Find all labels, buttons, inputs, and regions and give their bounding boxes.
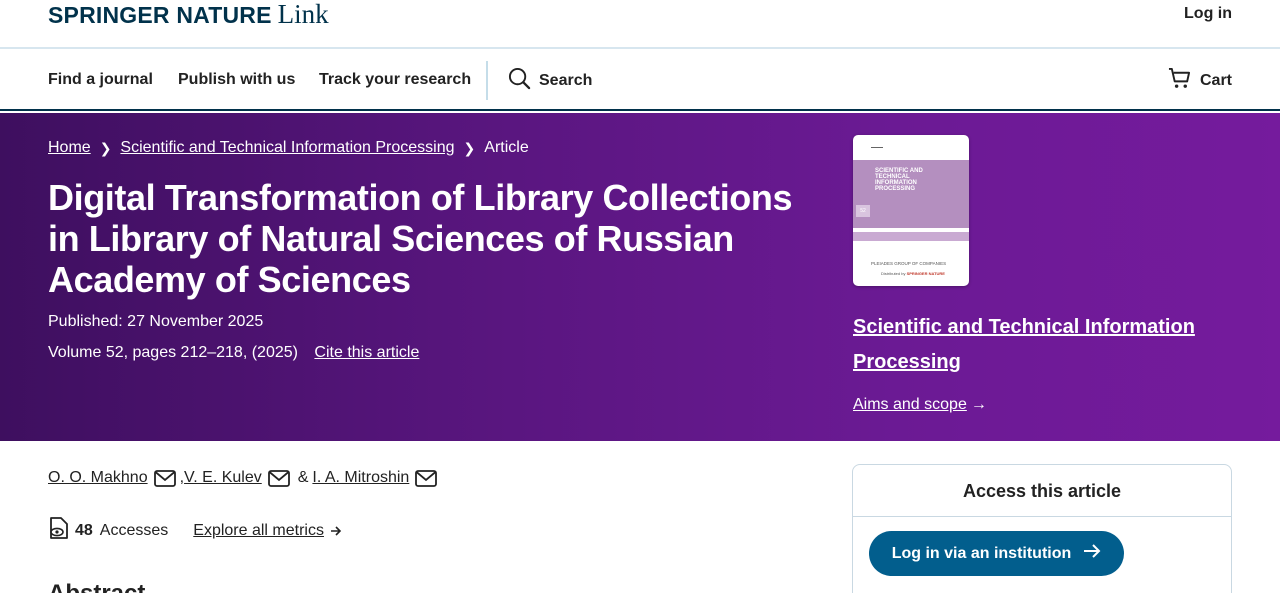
journal-cover-image[interactable]: ▬▬▬▬ SCIENTIFIC AND TECHNICAL INFORMATION P… — [853, 135, 969, 286]
cover-distributor: Distributed by SPRINGER NATURE — [881, 271, 945, 276]
logo-suffix: Link — [277, 0, 329, 29]
email-icon[interactable] — [267, 469, 290, 487]
nav-divider — [486, 61, 488, 100]
nav-find-journal[interactable]: Find a journal — [48, 71, 153, 89]
aims-scope-label: Aims and scope — [853, 396, 967, 413]
logo-brand: SPRINGER NATURE — [48, 2, 272, 28]
published-date: Published: 27 November 2025 — [48, 313, 264, 330]
nav-track-research[interactable]: Track your research — [319, 71, 471, 89]
arrow-right-icon: → — [970, 396, 987, 413]
login-link[interactable]: Log in — [1184, 5, 1232, 23]
accesses-icon — [48, 517, 69, 545]
cover-publisher: PLEIADES GROUP OF COMPANIES — [871, 261, 947, 266]
cart-label: Cart — [1199, 72, 1232, 89]
cover-header-text: ▬▬▬▬ — [871, 145, 883, 149]
volume-info: Volume 52, pages 212–218, (2025) Cite th… — [48, 344, 419, 362]
cover-title: SCIENTIFIC AND TECHNICAL INFORMATION PROCES… — [875, 168, 923, 192]
springer-nature-link-logo[interactable]: SPRINGER NATURE Link — [48, 0, 329, 30]
article-title: Digital Transformation of Library Collec… — [48, 177, 793, 300]
author-ampersand: & — [297, 469, 309, 486]
chevron-right-icon: ❯ — [463, 139, 476, 156]
access-heading: Access this article — [853, 465, 1231, 517]
access-article-panel: Access this article Log in via an instit… — [852, 464, 1232, 593]
abstract-heading: Abstract — [48, 580, 145, 593]
search-label: Search — [539, 72, 593, 89]
article-hero: Home ❯ Scientific and Technical Informat… — [0, 113, 1280, 441]
accesses-label: Accesses — [99, 522, 169, 539]
arrow-right-icon — [330, 525, 342, 537]
arrow-right-icon — [1083, 543, 1101, 564]
cover-volume: 52 — [856, 205, 870, 217]
author-link[interactable]: I. A. Mitroshin — [312, 469, 409, 487]
author-link[interactable]: O. O. Makhno — [48, 469, 148, 487]
cart-icon — [1168, 67, 1191, 95]
login-institution-label: Log in via an institution — [891, 544, 1072, 562]
article-metrics: 48 Accesses Explore all metrics — [48, 517, 342, 545]
cover-band — [853, 232, 969, 241]
chevron-right-icon: ❯ — [99, 139, 112, 156]
login-institution-button[interactable]: Log in via an institution — [869, 531, 1124, 576]
nav-publish-with-us[interactable]: Publish with us — [178, 71, 295, 89]
search-button[interactable]: Search — [508, 67, 592, 95]
breadcrumb-current: Article — [484, 139, 529, 156]
email-icon[interactable] — [415, 469, 438, 487]
journal-title-link[interactable]: Scientific and Technical Information Pro… — [853, 310, 1233, 380]
aims-scope-link[interactable]: Aims and scope → — [853, 396, 987, 414]
explore-metrics-link[interactable]: Explore all metrics — [193, 522, 324, 540]
search-icon — [508, 67, 531, 95]
accesses-count: 48 — [75, 522, 93, 539]
brand-bar: SPRINGER NATURE Link Log in — [0, 0, 1280, 49]
breadcrumb-home[interactable]: Home — [48, 139, 91, 157]
main-nav: Find a journal Publish with us Track you… — [0, 49, 1280, 111]
cart-button[interactable]: Cart — [1168, 67, 1232, 95]
author-list: O. O. Makhno , V. E. Kulev & I. A. Mitro… — [48, 469, 441, 487]
breadcrumb: Home ❯ Scientific and Technical Informat… — [48, 139, 529, 157]
volume-pages: Volume 52, pages 212–218, (2025) — [48, 344, 298, 361]
cite-article-link[interactable]: Cite this article — [314, 344, 419, 361]
email-icon[interactable] — [153, 469, 176, 487]
author-link[interactable]: V. E. Kulev — [184, 469, 262, 487]
breadcrumb-journal[interactable]: Scientific and Technical Information Pro… — [120, 139, 454, 157]
